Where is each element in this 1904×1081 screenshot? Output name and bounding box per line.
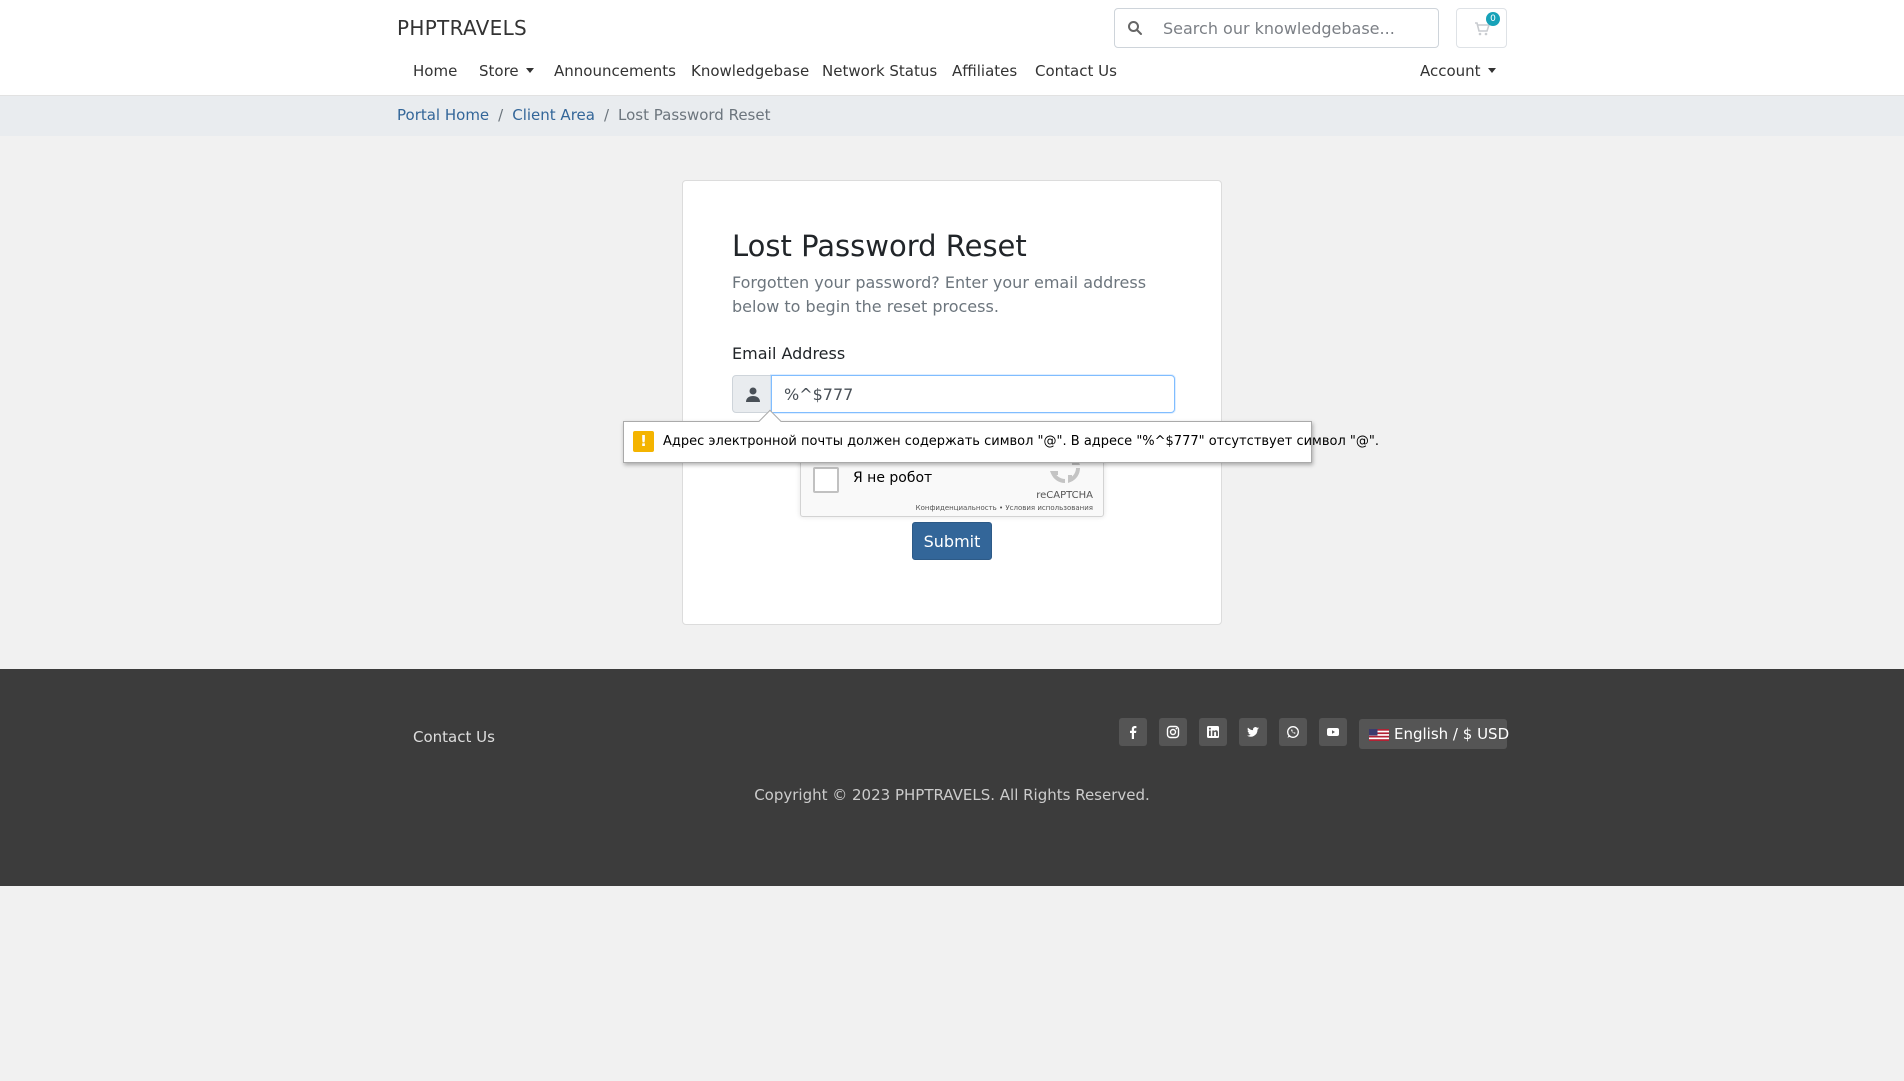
- youtube-button[interactable]: [1319, 718, 1347, 746]
- reset-instructions: Forgotten your password? Enter your emai…: [732, 273, 1147, 316]
- nav-contact-us[interactable]: Contact Us: [1035, 62, 1117, 80]
- twitter-button[interactable]: [1239, 718, 1267, 746]
- brand-logo[interactable]: PHPTRAVELS: [397, 16, 527, 40]
- facebook-icon: [1130, 726, 1137, 739]
- footer-contact-link[interactable]: Contact Us: [413, 728, 495, 746]
- nav-knowledgebase[interactable]: Knowledgebase: [691, 62, 809, 80]
- page-title: Lost Password Reset: [732, 229, 1027, 263]
- search-input[interactable]: [1163, 15, 1428, 41]
- recaptcha-brand: reCAPTCHA: [1036, 490, 1093, 501]
- nav-affiliates[interactable]: Affiliates: [952, 62, 1017, 80]
- recaptcha-label: Я не робот: [853, 470, 933, 486]
- password-reset-card: Lost Password Reset Forgotten your passw…: [682, 180, 1222, 625]
- email-field[interactable]: [771, 375, 1175, 413]
- breadcrumb-separator: /: [603, 106, 610, 124]
- breadcrumb-bar: Portal Home / Client Area / Lost Password Re…: [0, 96, 1904, 136]
- top-header: PHPTRAVELS 0 Home Store Announcements Kn…: [0, 0, 1904, 96]
- validation-tooltip: ! Адрес электронной почты должен содержа…: [623, 409, 1379, 463]
- nav-store-label: Store: [479, 62, 519, 80]
- breadcrumb-separator: /: [498, 106, 504, 124]
- instagram-button[interactable]: [1159, 718, 1187, 746]
- instagram-icon: [1166, 725, 1180, 739]
- linkedin-icon: [1207, 726, 1219, 738]
- knowledgebase-search: [1114, 8, 1439, 48]
- chevron-down-icon: [1487, 68, 1496, 73]
- email-input-group: [732, 375, 1175, 413]
- breadcrumb: Portal Home / Client Area / Lost Password Re…: [397, 106, 770, 124]
- user-icon: [746, 387, 760, 402]
- nav-account[interactable]: Account: [1420, 62, 1496, 80]
- copyright-text: Copyright © 2023 PHPTRAVELS. All Rights …: [754, 786, 1150, 804]
- facebook-button[interactable]: [1119, 718, 1147, 746]
- nav-home[interactable]: Home: [413, 62, 457, 80]
- language-currency-button[interactable]: English / $ USD: [1359, 719, 1510, 749]
- breadcrumb-client-area[interactable]: Client Area: [512, 106, 595, 124]
- warning-icon: !: [633, 431, 654, 452]
- whatsapp-icon: [1287, 726, 1299, 738]
- twitter-icon: [1247, 727, 1259, 737]
- email-label: Email Address: [732, 344, 846, 363]
- email-prepend: [732, 375, 772, 413]
- nav-network-status[interactable]: Network Status: [822, 62, 937, 80]
- cart-button[interactable]: 0: [1456, 8, 1507, 48]
- recaptcha-terms[interactable]: Конфиденциальность • Условия использован…: [916, 504, 1093, 512]
- language-label: English / $ USD: [1394, 725, 1510, 743]
- validation-message: Адрес электронной почты должен содержать…: [663, 434, 1380, 449]
- linkedin-button[interactable]: [1199, 718, 1227, 746]
- footer: Contact Us English / $ USD Copyright © 2…: [0, 669, 1904, 886]
- youtube-icon: [1327, 728, 1339, 736]
- cart-count-badge: 0: [1486, 12, 1500, 26]
- submit-button[interactable]: Submit: [912, 522, 992, 560]
- recaptcha-checkbox[interactable]: [813, 467, 839, 493]
- breadcrumb-current: Lost Password Reset: [618, 106, 771, 124]
- nav-store[interactable]: Store: [479, 62, 534, 80]
- whatsapp-button[interactable]: [1279, 718, 1307, 746]
- chevron-down-icon: [525, 68, 534, 73]
- nav-announcements[interactable]: Announcements: [554, 62, 676, 80]
- nav-account-label: Account: [1420, 62, 1481, 80]
- breadcrumb-portal-home[interactable]: Portal Home: [397, 106, 489, 124]
- us-flag-icon: [1369, 729, 1389, 741]
- search-icon: [1128, 21, 1142, 35]
